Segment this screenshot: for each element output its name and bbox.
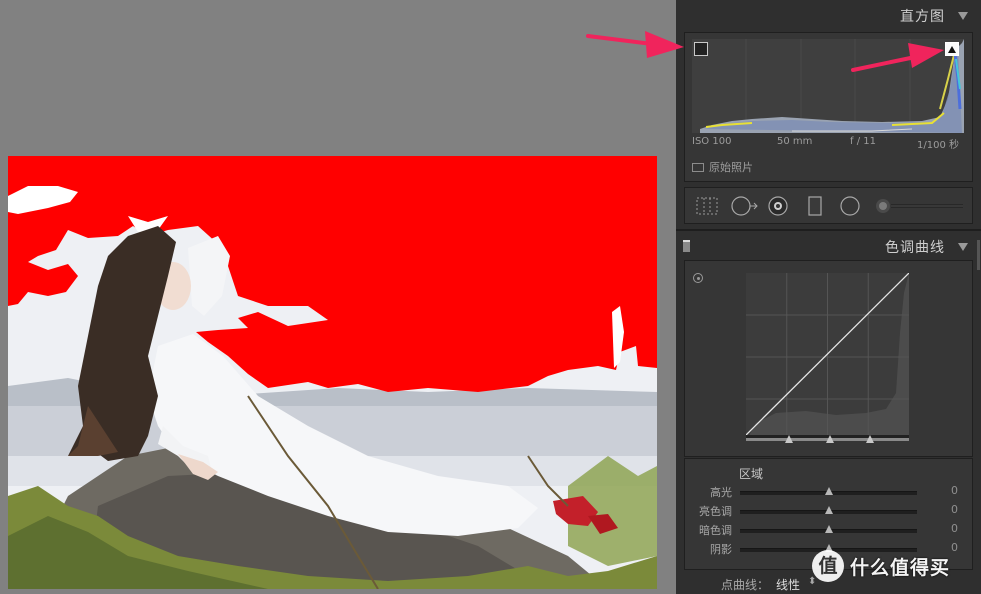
original-photo-checkbox[interactable] — [692, 163, 704, 172]
lights-label: 亮色调 — [699, 505, 732, 518]
watermark-badge: 值 — [812, 550, 844, 582]
region-title: 区域 — [739, 467, 764, 481]
point-curve-select[interactable]: 线性 — [776, 576, 800, 593]
histogram-collapse-triangle-icon[interactable] — [958, 12, 968, 20]
darks-label: 暗色调 — [699, 524, 732, 537]
histogram-panel-title[interactable]: 直方图 — [900, 6, 945, 26]
darks-value[interactable]: 0 — [951, 522, 958, 535]
shadow-clipping-indicator-icon[interactable] — [694, 42, 708, 56]
highlights-slider-row[interactable]: 高光 0 — [685, 484, 972, 502]
original-photo-label[interactable]: 原始照片 — [709, 159, 753, 175]
point-curve-label: 点曲线： — [721, 578, 770, 592]
shadows-split-marker[interactable] — [785, 435, 793, 443]
midtones-split-marker[interactable] — [826, 435, 834, 443]
darks-slider-row[interactable]: 暗色调 0 — [685, 522, 972, 540]
tone-curve-graph[interactable] — [745, 272, 910, 441]
develop-right-panel: 直方图 ISO 100 50 mm f / 11 1/100 秒 原始照片 色调… — [676, 0, 981, 594]
crop-overlay-icon[interactable] — [695, 196, 719, 220]
highlights-slider-thumb[interactable] — [824, 487, 833, 495]
tone-curve-panel-title[interactable]: 色调曲线 — [885, 237, 945, 257]
tone-curve-panel-switch[interactable] — [683, 240, 690, 252]
graduated-filter-icon[interactable] — [807, 196, 823, 220]
highlights-split-marker[interactable] — [866, 435, 874, 443]
develop-tool-strip — [684, 187, 973, 224]
exif-shutter: 1/100 秒 — [917, 140, 959, 151]
radial-filter-icon[interactable] — [839, 196, 861, 220]
red-eye-icon[interactable] — [767, 196, 789, 220]
panel-scrollbar[interactable] — [977, 240, 980, 270]
highlight-clipping-indicator-icon[interactable] — [945, 42, 959, 56]
spot-removal-icon[interactable] — [731, 196, 759, 220]
darks-slider-thumb[interactable] — [824, 525, 833, 533]
exif-focal-length: 50 mm — [777, 136, 813, 147]
shadows-label: 阴影 — [710, 543, 732, 556]
lights-value[interactable]: 0 — [951, 503, 958, 516]
photo-preview-highlight-clipping[interactable] — [8, 156, 657, 589]
histogram-graph[interactable] — [692, 39, 964, 133]
tone-curve-panel — [684, 260, 973, 457]
histogram-panel: ISO 100 50 mm f / 11 1/100 秒 原始照片 — [684, 32, 973, 182]
target-adjust-icon[interactable] — [693, 273, 703, 283]
photo-canvas[interactable] — [0, 0, 676, 594]
exif-aperture: f / 11 — [850, 136, 876, 147]
adjustment-brush-icon[interactable] — [875, 196, 965, 220]
watermark-text: 什么值得买 — [850, 557, 951, 579]
exif-iso: ISO 100 — [692, 136, 732, 147]
lights-slider-row[interactable]: 亮色调 0 — [685, 503, 972, 521]
highlights-label: 高光 — [710, 486, 732, 499]
tone-curve-collapse-triangle-icon[interactable] — [958, 243, 968, 251]
highlights-value[interactable]: 0 — [951, 484, 958, 497]
watermark: 值 什么值得买 — [808, 548, 968, 586]
lights-slider-thumb[interactable] — [824, 506, 833, 514]
